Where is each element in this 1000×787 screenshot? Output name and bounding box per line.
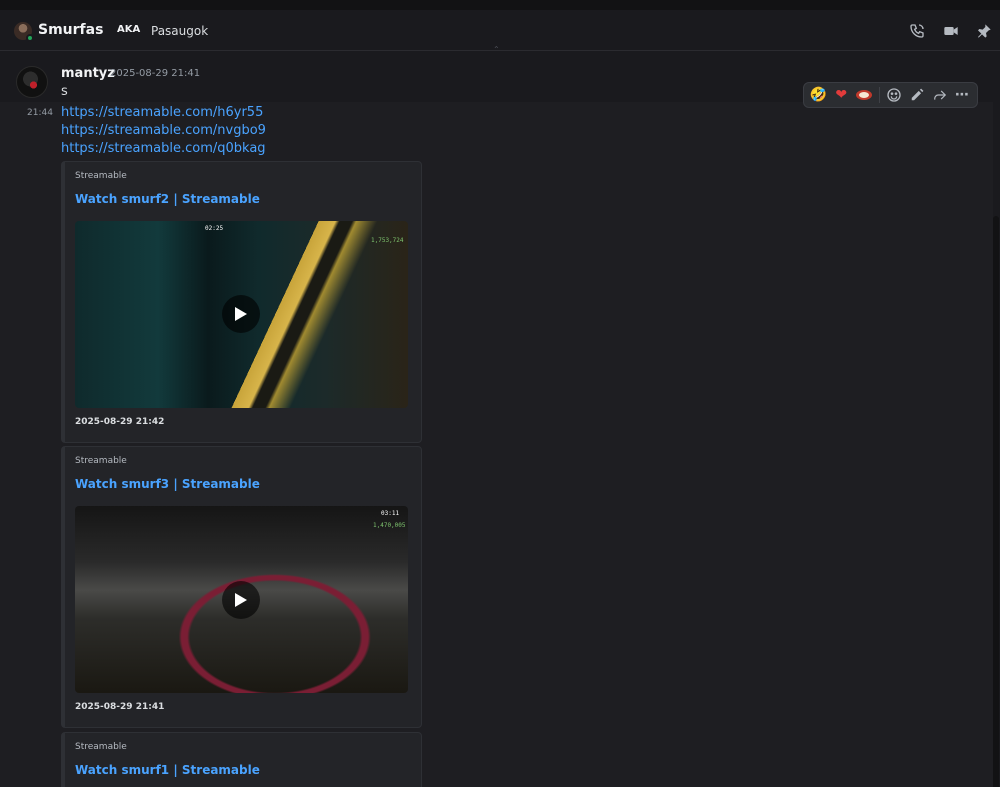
edit-icon[interactable] [906,84,927,106]
message-list[interactable]: ⌃ mantyz 2025-08-29 21:41 s 🤣 ❤ ⋯ 21:44 … [0,45,1000,787]
window-title-strip [0,0,1000,10]
embed-provider[interactable]: Streamable [75,456,127,466]
play-button[interactable] [222,581,260,619]
video-thumbnail[interactable]: 02:25 1,753,724 [75,221,408,408]
hud-money: 1,470,005 [373,522,406,529]
embed-title[interactable]: Watch smurf1 | Streamable [75,763,260,777]
play-button[interactable] [222,295,260,333]
video-call-icon[interactable] [941,21,961,41]
message-action-toolbar: 🤣 ❤ ⋯ [803,82,978,108]
header-separator: · [98,22,102,36]
author-avatar[interactable] [16,66,48,98]
message-author[interactable]: mantyz [61,66,115,81]
link-3[interactable]: https://streamable.com/q0bkag [61,140,266,158]
scrollbar[interactable] [993,216,999,787]
embed-date: 2025-08-29 21:42 [75,417,165,427]
embed-card: Streamable Watch smurf2 | Streamable 02:… [61,161,422,443]
add-reaction-icon[interactable] [884,84,905,106]
embed-date: 2025-08-29 21:41 [75,702,165,712]
toolbar-divider [878,87,880,103]
rofl-emoji-icon[interactable]: 🤣 [808,84,829,106]
hud-time: 03:11 [381,510,400,517]
hud-money: 1,753,724 [371,237,404,244]
embed-provider[interactable]: Streamable [75,171,127,181]
aka-label: AKA [117,24,141,35]
pin-icon[interactable] [974,21,994,41]
message-timestamp: 2025-08-29 21:41 [110,68,201,79]
hud-time: 02:25 [205,225,224,232]
channel-header: Smurfas · AKA Pasaugok [0,10,1000,51]
phone-call-icon[interactable] [907,21,927,41]
embed-title[interactable]: Watch smurf2 | Streamable [75,192,260,206]
forward-icon[interactable] [929,84,950,106]
link-2[interactable]: https://streamable.com/nvgbo9 [61,122,266,140]
message-hover-time: 21:44 [27,108,53,118]
embed-card: Streamable Watch smurf3 | Streamable 03:… [61,446,422,728]
heart-emoji-icon[interactable]: ❤ [831,84,852,106]
aka-name[interactable]: Pasaugok [151,24,208,38]
message-links: https://streamable.com/h6yr55 https://st… [61,104,266,158]
embed-card: Streamable Watch smurf1 | Streamable [61,732,422,787]
online-status-icon [26,34,34,42]
embed-provider[interactable]: Streamable [75,742,127,752]
new-messages-divider: ⌃ [493,45,500,54]
embed-title[interactable]: Watch smurf3 | Streamable [75,477,260,491]
video-thumbnail[interactable]: 03:11 1,470,005 [75,506,408,693]
steak-emoji-icon[interactable] [854,84,875,106]
dm-title[interactable]: Smurfas [38,22,103,38]
link-1[interactable]: https://streamable.com/h6yr55 [61,104,266,122]
message-text: s [61,84,68,99]
more-icon[interactable]: ⋯ [952,84,973,106]
